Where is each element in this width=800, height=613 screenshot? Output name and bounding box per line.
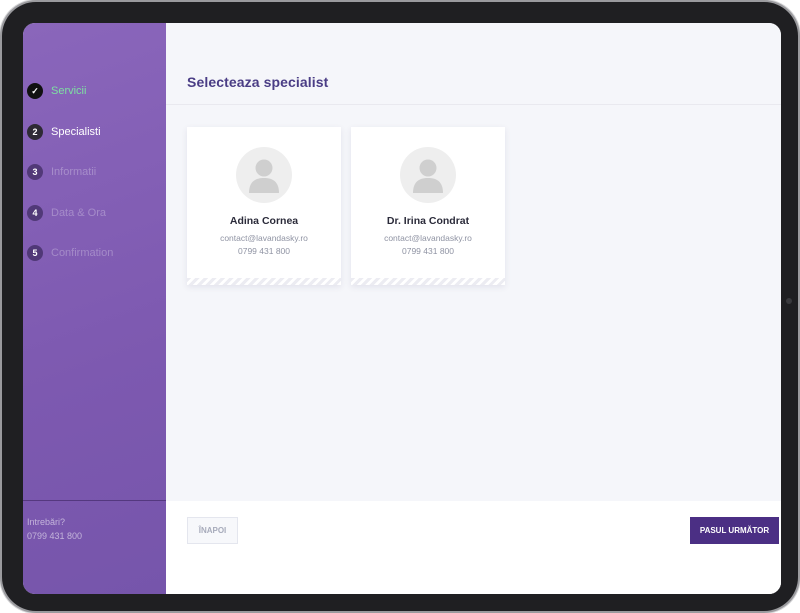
step-number: 2	[27, 123, 43, 140]
step-servicii[interactable]: ✓ Servicii	[27, 81, 113, 101]
specialist-phone: 0799 431 800	[238, 246, 290, 256]
main-header: Selecteaza specialist	[166, 23, 781, 105]
step-label: Specialisti	[51, 125, 101, 138]
specialist-name: Adina Cornea	[229, 215, 299, 227]
tablet-frame: ✓ Servicii 2 Specialisti 3 Informatii 4 …	[2, 2, 798, 611]
app-screen: ✓ Servicii 2 Specialisti 3 Informatii 4 …	[23, 23, 781, 594]
step-check-icon: ✓	[27, 83, 43, 99]
specialist-name: Dr. Irina Condrat	[386, 215, 470, 227]
specialist-phone: 0799 431 800	[402, 246, 454, 256]
specialist-card[interactable]: Adina Cornea contact@lavandasky.ro 0799 …	[187, 127, 341, 285]
user-placeholder-icon	[400, 147, 456, 203]
specialist-list: Adina Cornea contact@lavandasky.ro 0799 …	[187, 127, 505, 285]
step-number: 5	[27, 245, 43, 261]
camera-icon	[786, 298, 792, 304]
step-specialisti[interactable]: 2 Specialisti	[27, 122, 113, 142]
back-button[interactable]: ÎNAPOI	[187, 517, 238, 544]
step-label: Data & Ora	[51, 206, 107, 219]
page-title: Selecteaza specialist	[187, 74, 329, 90]
step-label: Informatii	[51, 166, 97, 178]
user-placeholder-icon	[236, 147, 292, 203]
main-panel: Selecteaza specialist Adina Cornea conta…	[166, 23, 781, 594]
next-step-button[interactable]: PASUL URMĂTOR	[690, 517, 779, 544]
specialist-email: contact@lavandasky.ro	[220, 233, 308, 243]
step-number: 4	[27, 204, 43, 221]
specialist-email: contact@lavandasky.ro	[384, 233, 472, 243]
step-data-ora[interactable]: 4 Data & Ora	[27, 203, 113, 223]
footer-bar: ÎNAPOI PASUL URMĂTOR	[166, 501, 781, 594]
step-informatii[interactable]: 3 Informatii	[27, 162, 113, 182]
help-title: Intrebări?	[27, 517, 66, 527]
step-number: 3	[27, 164, 43, 180]
sidebar: ✓ Servicii 2 Specialisti 3 Informatii 4 …	[23, 23, 166, 594]
sidebar-divider	[23, 500, 166, 501]
step-label: Servicii	[51, 85, 87, 97]
step-list: ✓ Servicii 2 Specialisti 3 Informatii 4 …	[27, 81, 113, 284]
help-block: Intrebări? 0799 431 800	[27, 515, 82, 543]
step-confirmation[interactable]: 5 Confirmation	[27, 243, 113, 263]
help-phone[interactable]: 0799 431 800	[27, 529, 82, 543]
step-label: Confirmation	[51, 247, 114, 259]
specialist-card[interactable]: Dr. Irina Condrat contact@lavandasky.ro …	[351, 127, 505, 285]
